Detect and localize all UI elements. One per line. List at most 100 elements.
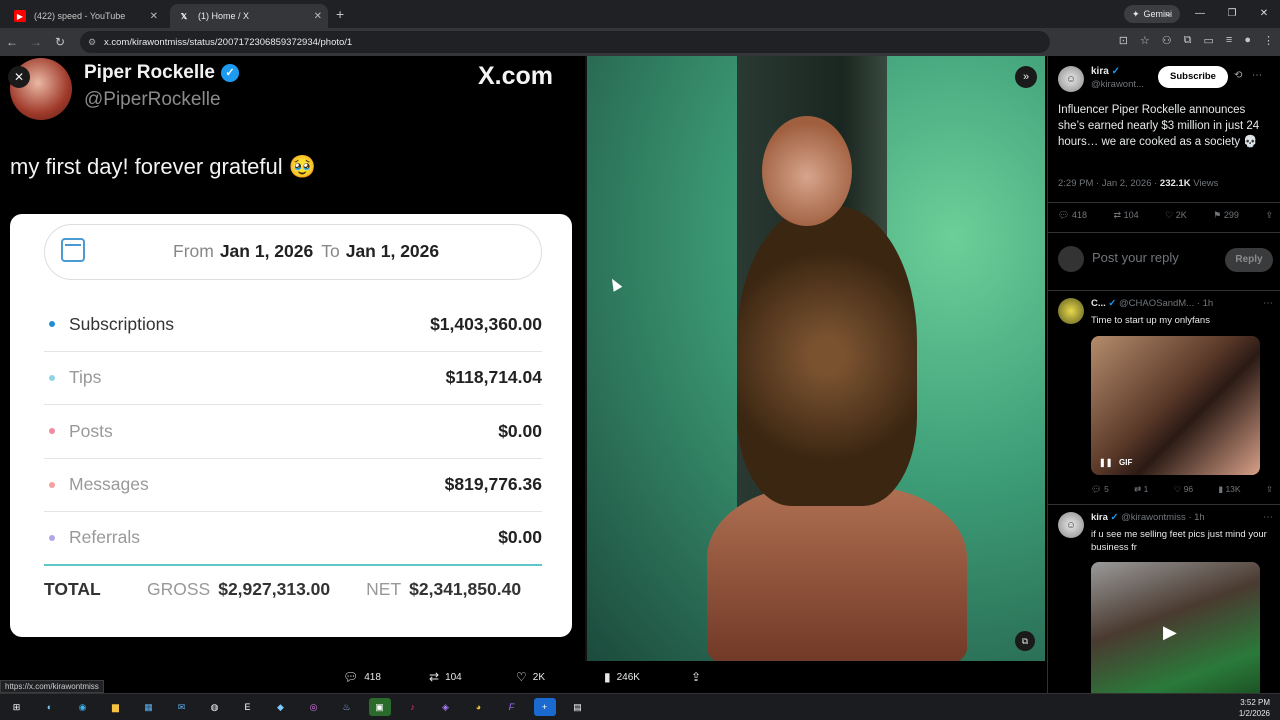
profile-avatar[interactable]: ● xyxy=(1244,34,1251,47)
side-panel-icon[interactable]: ▭ xyxy=(1204,34,1214,47)
window-controls: ⌄ — ❐ ✕ xyxy=(1152,0,1280,28)
grok-icon[interactable]: ⟲ xyxy=(1234,70,1242,81)
reply-stats: 💬︎ 5 ⇄ 1 ♡ 96 ▮ 13K ⇪ xyxy=(1091,484,1273,495)
views-action[interactable]: ▮ 246K xyxy=(604,670,640,684)
subscribe-button[interactable]: Subscribe xyxy=(1158,66,1228,88)
close-tab-icon[interactable]: ✕ xyxy=(150,11,158,22)
more-options-icon[interactable]: ⋯ xyxy=(1252,70,1262,81)
more-options-icon[interactable]: ⋯ xyxy=(1263,512,1273,523)
repost-stat[interactable]: ⇄ 1 xyxy=(1134,484,1148,495)
share-icon[interactable]: ⇪ xyxy=(1265,210,1273,221)
earnings-row: Referrals $0.00 xyxy=(44,512,542,566)
edge-icon[interactable]: ◉ xyxy=(72,698,94,716)
app-icon[interactable]: ◈ xyxy=(435,698,457,716)
repost-stat[interactable]: ⇄ 104 xyxy=(1114,210,1139,221)
like-action[interactable]: ♡ 2K xyxy=(516,670,545,684)
maximize-button[interactable]: ❐ xyxy=(1216,0,1248,28)
row-dot xyxy=(49,428,55,435)
row-amount: $0.00 xyxy=(498,527,542,548)
app-icon[interactable]: ◆ xyxy=(270,698,292,716)
views-stat[interactable]: ▮ 13K xyxy=(1218,484,1240,495)
app-icon[interactable]: + xyxy=(533,698,556,716)
reply-stat[interactable]: 💬︎ 5 xyxy=(1091,484,1109,495)
reply-post[interactable]: C... ✓ @CHAOSandM... · 1h ⋯ Time to star… xyxy=(1058,298,1273,498)
tab-youtube[interactable]: ▶ (422) speed - YouTube ✕ xyxy=(6,4,164,28)
pause-icon[interactable]: ❚❚ xyxy=(1099,458,1112,467)
chrome-icon[interactable]: ◕ xyxy=(468,698,490,716)
bookmark-star-icon[interactable]: ☆ xyxy=(1140,34,1150,47)
status-bar-url: https://x.com/kirawontmiss xyxy=(0,680,104,693)
tiktok-icon[interactable]: ♪ xyxy=(402,698,424,716)
mail-icon[interactable]: ✉ xyxy=(171,698,193,716)
media-viewer: Piper Rockelle ✓ @PiperRockelle X.com my … xyxy=(0,56,1045,693)
address-bar[interactable]: ⚙ x.com/kirawontmiss/status/200717230685… xyxy=(80,31,1050,53)
expand-sidebar-icon[interactable]: » xyxy=(1015,66,1037,88)
tab-search-icon[interactable]: ⌄ xyxy=(1152,0,1184,28)
system-clock[interactable]: 3:52 PM 1/2/2026 xyxy=(1239,697,1270,719)
app-icon[interactable]: F xyxy=(501,698,523,716)
extension-icon[interactable]: ⚇ xyxy=(1162,34,1172,47)
earnings-rows: Subscriptions $1,403,360.00 Tips $118,714.… xyxy=(44,298,542,566)
like-stat[interactable]: ♡ 96 xyxy=(1174,484,1193,495)
calendar-icon xyxy=(61,238,85,262)
photo-legs xyxy=(707,486,967,661)
new-tab-button[interactable]: + xyxy=(336,6,344,22)
store-icon[interactable]: ▦ xyxy=(138,698,160,716)
app-icon[interactable]: ▤ xyxy=(567,698,589,716)
menu-icon[interactable]: ⋮ xyxy=(1263,34,1274,47)
start-icon[interactable]: ⊞ xyxy=(6,698,28,716)
reload-button[interactable]: ↻ xyxy=(48,35,72,49)
close-viewer-button[interactable]: ✕ xyxy=(8,66,30,88)
from-label: From xyxy=(173,241,214,261)
reply-action[interactable]: 💬︎ 418 xyxy=(343,670,381,684)
media-icon[interactable]: ≡ xyxy=(1226,34,1232,47)
epic-games-icon[interactable]: E xyxy=(237,698,259,716)
extensions-puzzle-icon[interactable]: ⧉ xyxy=(1184,34,1192,47)
video-media[interactable]: ▶ xyxy=(1091,562,1260,693)
reply-post[interactable]: ☺ kira ✓ @kirawontmiss · 1h ⋯ if u see m… xyxy=(1058,512,1273,693)
gif-media[interactable]: ❚❚ GIF xyxy=(1091,336,1260,475)
screenshot-image: Piper Rockelle ✓ @PiperRockelle X.com my … xyxy=(0,56,585,661)
back-button[interactable]: ← xyxy=(0,35,24,49)
play-icon[interactable]: ▶ xyxy=(1163,622,1177,643)
steam-icon[interactable]: ♨ xyxy=(336,698,358,716)
divider xyxy=(1048,202,1280,203)
total-row: TOTAL GROSS $2,927,313.00 NET $2,341,850… xyxy=(44,574,542,604)
minimize-button[interactable]: — xyxy=(1184,0,1216,28)
reply-input[interactable]: Post your reply xyxy=(1092,250,1179,265)
earnings-row: Messages $819,776.36 xyxy=(44,459,542,512)
tab-x-home[interactable]: 𝕏 (1) Home / X ✕ xyxy=(170,4,328,28)
bookmark-stat[interactable]: ⚑ 299 xyxy=(1213,210,1239,221)
reply-avatar[interactable]: ☺ xyxy=(1058,512,1084,538)
alt-text-icon[interactable]: ⧉ xyxy=(1015,631,1035,651)
reply-avatar[interactable] xyxy=(1058,298,1084,324)
tweet-time[interactable]: 2:29 PM · Jan 2, 2026 · xyxy=(1058,178,1157,189)
reply-stat[interactable]: 💬︎ 418 xyxy=(1058,210,1087,221)
my-avatar xyxy=(1058,246,1084,272)
file-explorer-icon[interactable]: ▆ xyxy=(105,698,127,716)
tweet-text: Influencer Piper Rockelle announces she’… xyxy=(1058,104,1260,148)
reply-author: C... ✓ @CHAOSandM... · 1h xyxy=(1091,298,1214,309)
row-name: Tips xyxy=(69,367,102,388)
repost-action[interactable]: ⇄ 104 xyxy=(429,670,462,684)
site-info-icon[interactable]: ⚙ xyxy=(88,37,96,48)
share-icon[interactable]: ⇪ xyxy=(1266,484,1273,495)
close-tab-icon[interactable]: ✕ xyxy=(314,11,322,22)
like-stat[interactable]: ♡ 2K xyxy=(1165,210,1187,221)
more-options-icon[interactable]: ⋯ xyxy=(1263,298,1273,309)
row-dot xyxy=(49,321,55,328)
reply-button[interactable]: Reply xyxy=(1225,248,1273,272)
app-icon[interactable]: ◎ xyxy=(303,698,325,716)
reply-icon: 💬︎ xyxy=(343,670,359,684)
close-window-button[interactable]: ✕ xyxy=(1248,0,1280,28)
author-name[interactable]: kira ✓ xyxy=(1091,66,1120,77)
install-icon[interactable]: ⊡ xyxy=(1119,34,1128,47)
forward-button[interactable]: → xyxy=(24,35,48,49)
row-dot xyxy=(49,481,55,488)
swimsuit-photo[interactable]: » ⧉ xyxy=(587,56,1045,661)
app-icon[interactable]: ▣ xyxy=(368,698,391,716)
copilot-icon[interactable]: ◐ xyxy=(39,698,61,716)
share-action[interactable]: ⇪ xyxy=(691,670,701,684)
app-icon[interactable]: ◍ xyxy=(204,698,226,716)
kira-avatar[interactable]: ☺ xyxy=(1058,66,1084,92)
